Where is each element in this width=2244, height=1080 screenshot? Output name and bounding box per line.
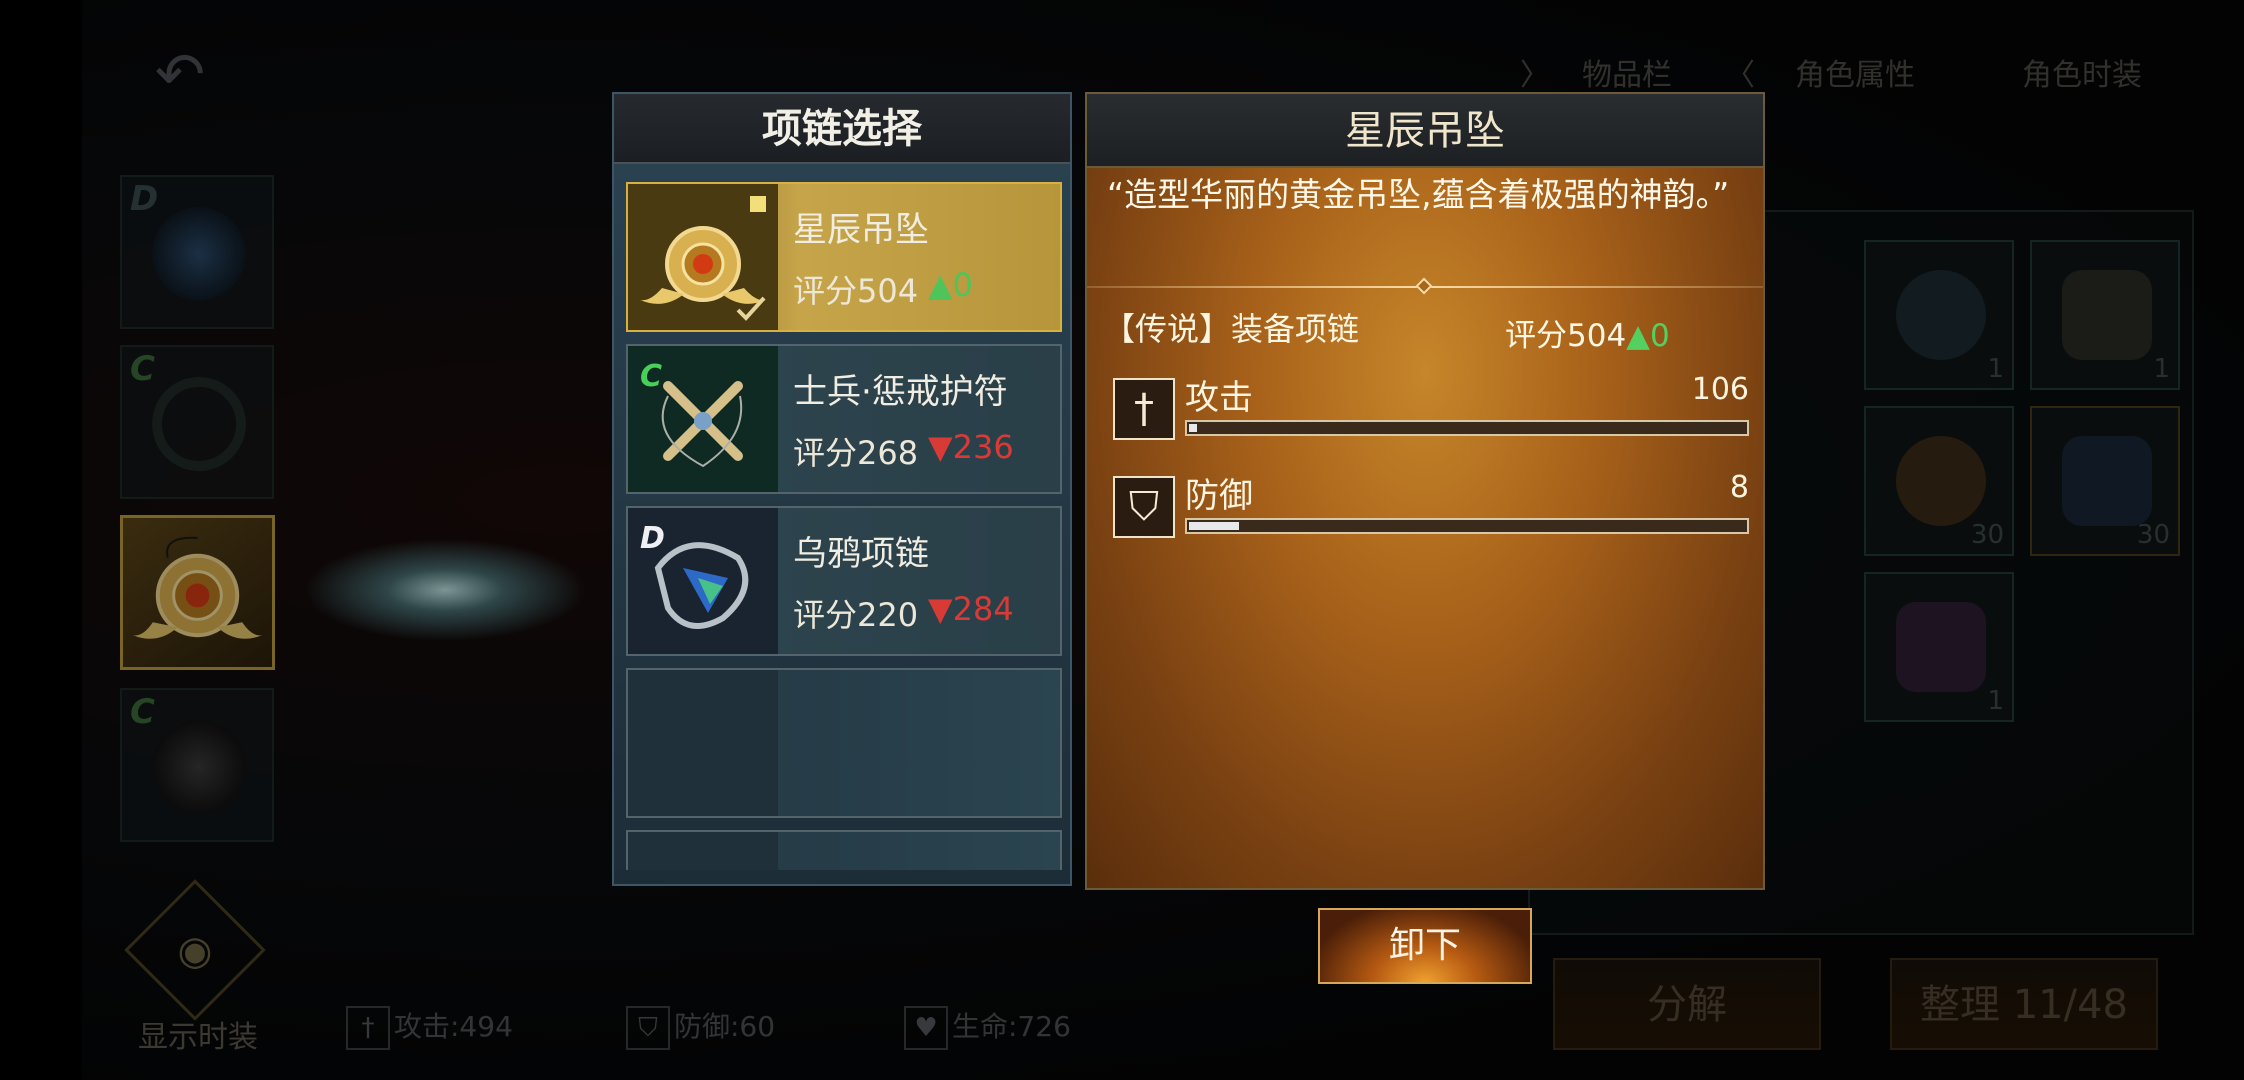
item-name: 乌鸦项链 <box>793 534 929 574</box>
pendant-icon <box>628 184 778 330</box>
stat-name: 攻击 <box>1185 378 1253 418</box>
item-score: 评分220 <box>793 596 919 634</box>
item-detail-header: 星辰吊坠 <box>1087 94 1763 168</box>
score-delta-value: 284 <box>952 590 1014 628</box>
score-delta: ▼236 <box>928 428 1014 466</box>
sword-icon: † <box>1113 378 1175 440</box>
item-detail-score: 评分504▲0 <box>1505 310 1670 355</box>
score-delta: ▼284 <box>928 590 1014 628</box>
empty-thumb <box>628 832 778 870</box>
item-score: 评分268 <box>793 434 919 472</box>
stat-value: 8 <box>1729 470 1749 505</box>
list-item[interactable]: D 乌鸦项链 评分220 ▼284 <box>626 506 1062 656</box>
unequip-button[interactable]: 卸下 <box>1318 908 1532 984</box>
necklace-list-header: 项链选择 <box>614 94 1070 164</box>
empty-list-slot <box>626 668 1062 818</box>
stat-value: 106 <box>1691 372 1749 407</box>
stat-bar-fill <box>1189 522 1239 530</box>
screen-edge <box>0 0 82 1080</box>
shield-icon: ⛉ <box>1113 476 1175 538</box>
grade-badge: C <box>640 359 662 394</box>
up-arrow-icon: ▲ <box>1626 318 1651 354</box>
item-detail-panel: 星辰吊坠 “造型华丽的黄金吊坠,蕴含着极强的神韵。” 【传说】装备项链 评分50… <box>1085 92 1765 890</box>
item-description: “造型华丽的黄金吊坠,蕴含着极强的神韵。” <box>1107 175 1730 214</box>
divider-ornament <box>1415 277 1433 295</box>
score-delta-value: 236 <box>952 428 1014 466</box>
cross-amulet-icon: C <box>628 346 778 492</box>
crow-necklace-icon: D <box>628 508 778 654</box>
stat-row-defense: ⛉ 防御 8 <box>1113 470 1749 544</box>
item-name: 士兵·惩戒护符 <box>793 372 1008 412</box>
stat-name: 防御 <box>1185 476 1253 516</box>
empty-thumb <box>628 670 778 816</box>
item-name: 星辰吊坠 <box>793 210 929 250</box>
item-type: 【传说】装备项链 <box>1103 310 1360 348</box>
item-score: 评分504 <box>793 272 919 310</box>
score-delta-value: 0 <box>952 266 973 304</box>
stat-bar <box>1185 420 1749 436</box>
item-detail-title: 星辰吊坠 <box>1345 108 1505 154</box>
grade-badge: D <box>640 521 665 556</box>
score-delta: ▲0 <box>928 266 973 304</box>
detail-score-delta: 0 <box>1650 318 1670 354</box>
empty-list-slot <box>626 830 1062 870</box>
up-arrow-icon: ▲ <box>928 266 953 304</box>
down-arrow-icon: ▼ <box>928 428 953 466</box>
list-item[interactable]: C 士兵·惩戒护符 评分268 ▼236 <box>626 344 1062 494</box>
stat-row-attack: † 攻击 106 <box>1113 372 1749 446</box>
necklace-list-title: 项链选择 <box>762 106 922 152</box>
down-arrow-icon: ▼ <box>928 590 953 628</box>
stat-bar-fill <box>1189 424 1197 432</box>
detail-score-text: 评分504 <box>1505 318 1627 354</box>
list-item[interactable]: 星辰吊坠 评分504 ▲0 <box>626 182 1062 332</box>
stat-bar <box>1185 518 1749 534</box>
necklace-list-panel: 项链选择 星辰吊坠 评分504 ▲0 C 士兵·惩戒护符 评分268 ▼236 <box>612 92 1072 886</box>
